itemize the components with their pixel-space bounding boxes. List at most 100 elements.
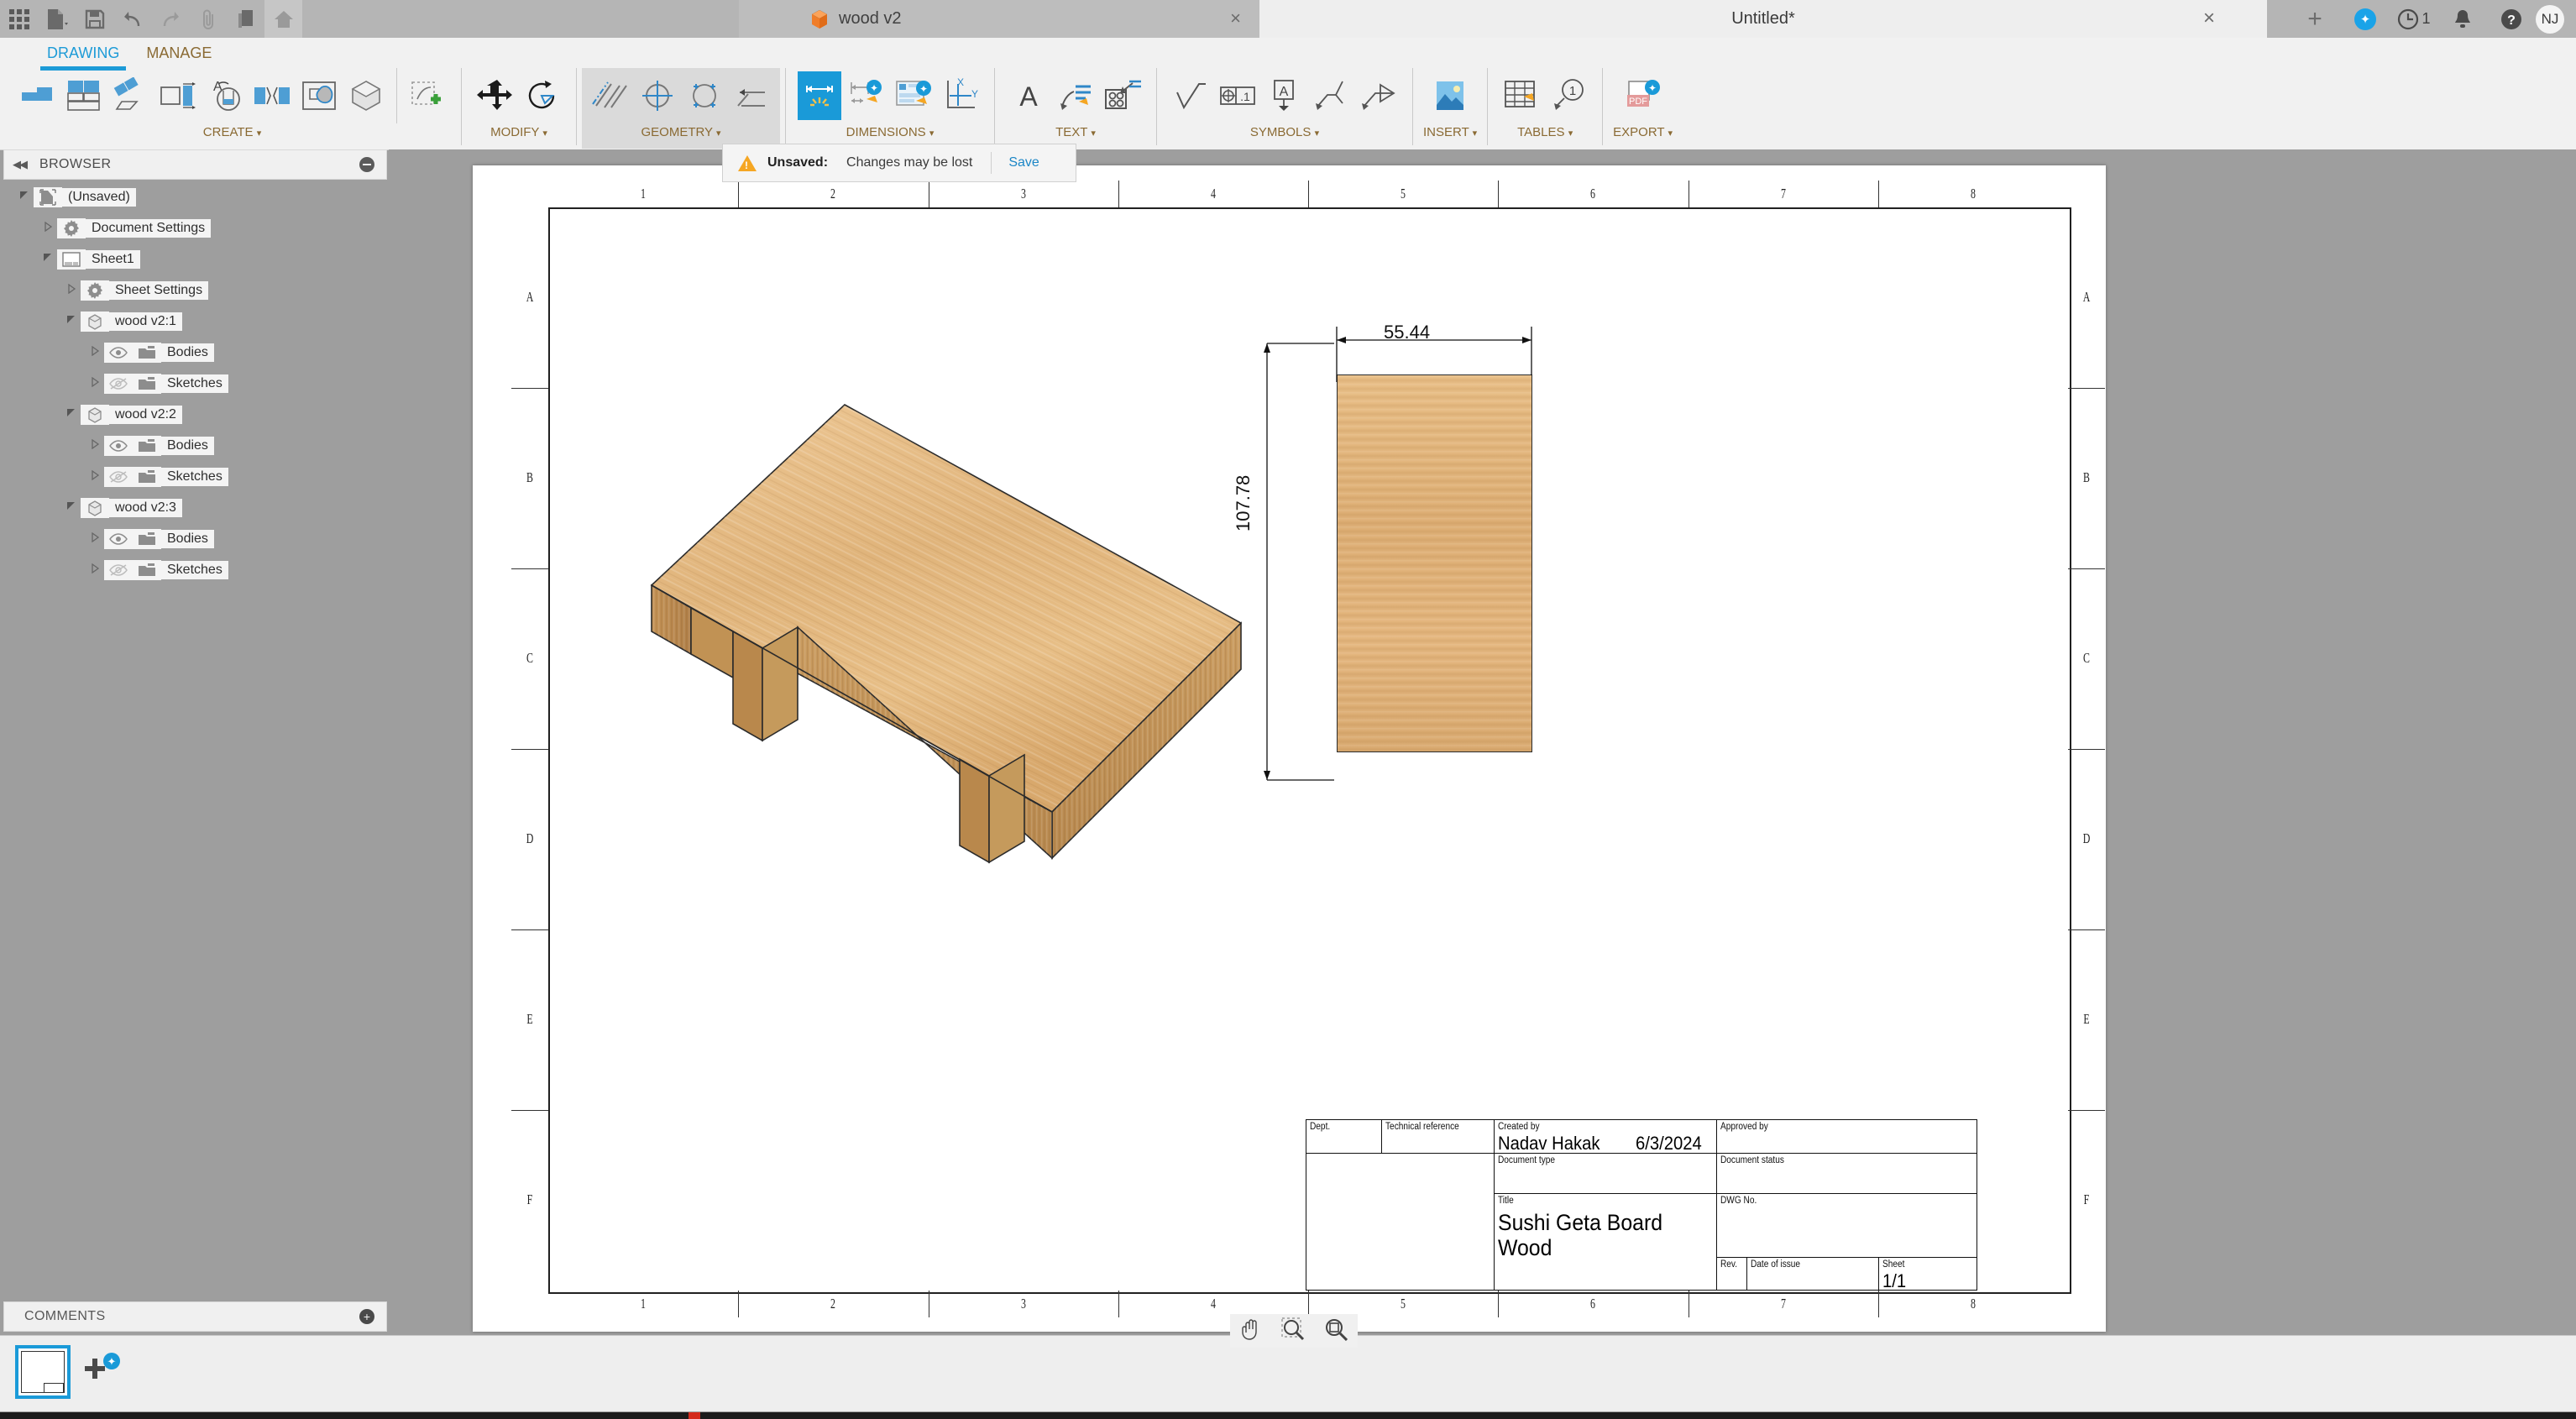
- caret-collapsed-icon[interactable]: [62, 283, 81, 296]
- datum-identifier-button[interactable]: A: [1263, 71, 1306, 120]
- projected-view-button[interactable]: [62, 71, 106, 120]
- balloon-table-button[interactable]: 1: [1547, 71, 1590, 120]
- ai-assistant-icon[interactable]: ✦: [2341, 0, 2390, 38]
- eye-visible-icon[interactable]: [104, 528, 133, 549]
- comments-header[interactable]: COMMENTS +: [3, 1301, 387, 1332]
- rotate-component-button[interactable]: [521, 71, 564, 120]
- browser-header[interactable]: ◀◀ BROWSER: [3, 149, 387, 180]
- save-button[interactable]: Save: [1008, 155, 1039, 170]
- collapse-icon[interactable]: ◀◀: [13, 158, 28, 171]
- zoom-window-icon[interactable]: [1281, 1317, 1305, 1345]
- add-tab-button[interactable]: +: [2289, 0, 2341, 38]
- caret-collapsed-icon[interactable]: [86, 438, 104, 452]
- new-file-icon[interactable]: [38, 0, 76, 38]
- surface-texture-button[interactable]: [1169, 71, 1212, 120]
- browser-item-bodies[interactable]: Bodies: [3, 337, 385, 368]
- save-icon[interactable]: [76, 0, 113, 38]
- insert-image-button[interactable]: [1428, 71, 1472, 120]
- table-button[interactable]: [1500, 71, 1543, 120]
- view-3d-button[interactable]: [344, 71, 388, 120]
- browser-item-sketches[interactable]: Sketches: [3, 554, 385, 585]
- text-button[interactable]: A: [1007, 71, 1050, 120]
- section-view-button[interactable]: [156, 71, 200, 120]
- browser-item-bodies[interactable]: Bodies: [3, 523, 385, 554]
- svg-text:Y: Y: [971, 88, 978, 100]
- centered-pattern-button[interactable]: [730, 71, 773, 120]
- caret-expanded-icon[interactable]: [39, 253, 57, 265]
- title-block[interactable]: Dept. Technical reference Created by Nad…: [1306, 1119, 1977, 1291]
- tab-manage[interactable]: MANAGE: [133, 38, 225, 68]
- pan-icon[interactable]: [1240, 1317, 1262, 1345]
- auxiliary-view-button[interactable]: [109, 71, 153, 120]
- base-view-button[interactable]: [15, 71, 59, 120]
- browser-item-bodies[interactable]: Bodies: [3, 430, 385, 461]
- link-icon[interactable]: [189, 0, 227, 38]
- browser-item-sheet1[interactable]: Sheet1: [3, 243, 385, 275]
- eye-hidden-icon[interactable]: [104, 466, 133, 487]
- browser-item-wood-v2-1[interactable]: wood v2:1: [3, 306, 385, 337]
- caret-collapsed-icon[interactable]: [86, 345, 104, 359]
- drawing-canvas[interactable]: 12345678 12345678 ABCDEF ABCDEF 55.44 10…: [389, 149, 2576, 1335]
- tab-drawing[interactable]: DRAWING: [34, 38, 133, 71]
- leader-text-button[interactable]: [1054, 71, 1097, 120]
- browser-item-unsaved[interactable]: (Unsaved): [3, 181, 385, 212]
- browser-item-sketches[interactable]: Sketches: [3, 461, 385, 492]
- caret-collapsed-icon[interactable]: [86, 376, 104, 390]
- break-out-view-button[interactable]: [297, 71, 341, 120]
- browser-item-wood-v2-2[interactable]: wood v2:2: [3, 399, 385, 430]
- notifications-bell-icon[interactable]: [2438, 0, 2487, 38]
- coordinate-axes-button[interactable]: XY: [939, 71, 982, 120]
- weld-symbol-button[interactable]: [1357, 71, 1401, 120]
- caret-expanded-icon[interactable]: [62, 315, 81, 327]
- edit-view-button[interactable]: [406, 71, 449, 120]
- browser-item-document-settings[interactable]: Document Settings: [3, 212, 385, 243]
- balloon-button[interactable]: [1101, 71, 1144, 120]
- copy-icon[interactable]: [227, 0, 264, 38]
- export-pdf-button[interactable]: PDF ✦: [1621, 71, 1665, 120]
- ordinate-dimension-button[interactable]: ✦: [892, 71, 935, 120]
- dimension-button[interactable]: [798, 71, 841, 120]
- isometric-view[interactable]: [578, 375, 1333, 963]
- browser-item-wood-v2-3[interactable]: wood v2:3: [3, 492, 385, 523]
- caret-collapsed-icon[interactable]: [86, 469, 104, 483]
- title-block-dept: Dept.: [1306, 1120, 1382, 1154]
- eye-hidden-icon[interactable]: [104, 373, 133, 394]
- caret-collapsed-icon[interactable]: [39, 221, 57, 234]
- caret-expanded-icon[interactable]: [62, 408, 81, 421]
- redo-icon[interactable]: [151, 0, 189, 38]
- eye-hidden-icon[interactable]: [104, 559, 133, 580]
- eye-visible-icon[interactable]: [104, 342, 133, 363]
- document-tab-untitled[interactable]: Untitled* ×: [1259, 0, 2267, 38]
- datum-target-button[interactable]: [1310, 71, 1353, 120]
- help-icon[interactable]: ?: [2487, 0, 2536, 38]
- add-sheet-button[interactable]: ✦: [81, 1349, 128, 1390]
- break-view-button[interactable]: [250, 71, 294, 120]
- browser-item-sheet-settings[interactable]: Sheet Settings: [3, 275, 385, 306]
- app-grid-icon[interactable]: [0, 0, 38, 38]
- browser-minimize-icon[interactable]: [359, 157, 374, 172]
- move-component-button[interactable]: [474, 71, 517, 120]
- feature-control-frame-button[interactable]: .1: [1216, 71, 1259, 120]
- zone-column-bottom-2: 2: [830, 1296, 836, 1312]
- job-status-icon[interactable]: 1: [2390, 0, 2438, 38]
- sheet-tab-sheet1[interactable]: [15, 1345, 71, 1399]
- auto-dimension-button[interactable]: ✦: [845, 71, 888, 120]
- bolt-hole-circle-button[interactable]: [683, 71, 726, 120]
- close-icon[interactable]: ×: [1230, 9, 1241, 28]
- close-icon[interactable]: ×: [2203, 8, 2215, 29]
- caret-expanded-icon[interactable]: [62, 501, 81, 514]
- undo-icon[interactable]: [113, 0, 151, 38]
- caret-collapsed-icon[interactable]: [86, 563, 104, 576]
- fit-icon[interactable]: [1324, 1317, 1348, 1345]
- center-mark-button[interactable]: [636, 71, 679, 120]
- browser-item-sketches[interactable]: Sketches: [3, 368, 385, 399]
- centerline-button[interactable]: [589, 71, 632, 120]
- document-tab-wood-v2[interactable]: wood v2 ×: [739, 0, 1259, 38]
- avatar[interactable]: NJ: [2536, 4, 2564, 34]
- caret-expanded-icon[interactable]: [15, 191, 34, 203]
- add-comment-icon[interactable]: +: [359, 1309, 374, 1324]
- caret-collapsed-icon[interactable]: [86, 531, 104, 545]
- home-icon[interactable]: [264, 0, 302, 38]
- detail-view-button[interactable]: A: [203, 71, 247, 120]
- eye-visible-icon[interactable]: [104, 435, 133, 456]
